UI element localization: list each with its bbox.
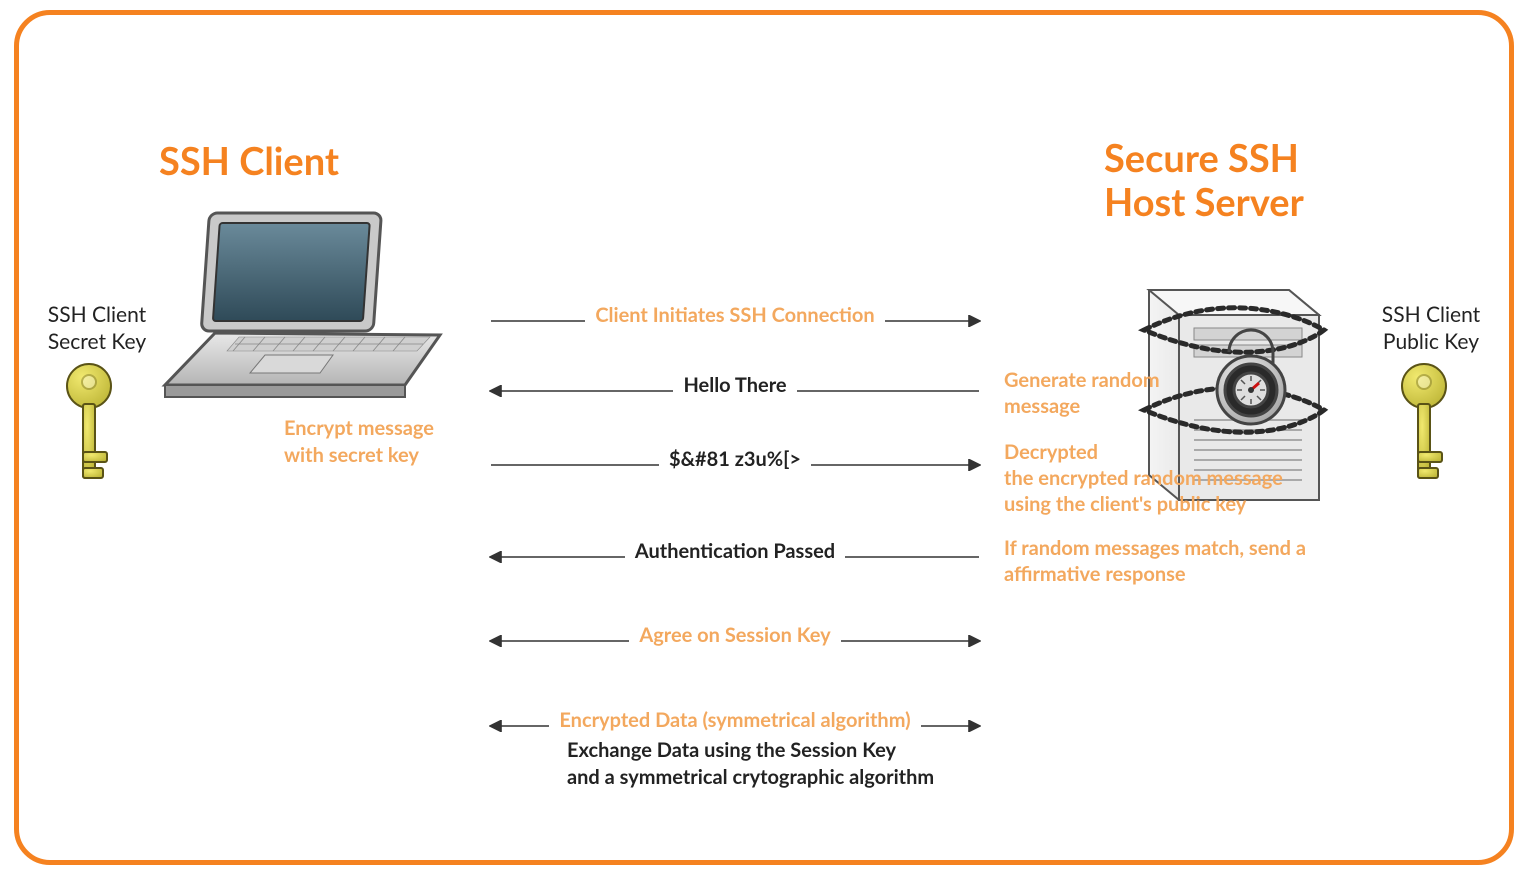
step-auth-passed: Authentication Passed <box>489 539 981 563</box>
server-title-line1: Secure SSH <box>1104 135 1299 181</box>
server-note-generate: Generate random message <box>1004 367 1160 419</box>
client-secret-key-label: SSH Client Secret Key <box>37 301 157 356</box>
label-text: SSH Client <box>1382 302 1480 327</box>
step-label: Agree on Session Key <box>629 623 840 647</box>
server-note-decrypt: Decrypted the encrypted random message u… <box>1004 439 1283 517</box>
note-line: Encrypt message <box>284 416 434 440</box>
step-label: Authentication Passed <box>625 539 845 563</box>
exchange-data-subtext: Exchange Data using the Session Key and … <box>567 737 934 791</box>
server-note-affirm: If random messages match, send a affirma… <box>1004 535 1306 587</box>
note-line: using the client's public key <box>1004 492 1246 516</box>
step-initiate-connection: Client Initiates SSH Connection <box>489 303 981 327</box>
note-line: with secret key <box>284 443 419 467</box>
key-icon <box>59 360 119 504</box>
client-encrypt-note: Encrypt message with secret key <box>284 415 434 469</box>
step-label: $&#81 z3u%[> <box>659 447 811 471</box>
client-title: SSH Client <box>159 140 339 184</box>
subtext-line: Exchange Data using the Session Key <box>567 738 896 762</box>
label-text: Secret Key <box>48 329 146 354</box>
client-public-key-label: SSH Client Public Key <box>1371 301 1491 356</box>
laptop-icon <box>155 205 445 419</box>
note-line: the encrypted random message <box>1004 466 1283 490</box>
key-icon <box>1394 360 1454 504</box>
server-title-line2: Host Server <box>1104 179 1304 225</box>
step-encrypted-data: Encrypted Data (symmetrical algorithm) <box>489 708 981 732</box>
note-line: affirmative response <box>1004 562 1186 586</box>
label-text: SSH Client <box>48 302 146 327</box>
note-line: If random messages match, send a <box>1004 536 1306 560</box>
server-title: Secure SSH Host Server <box>1104 137 1304 224</box>
step-label: Hello There <box>673 373 796 397</box>
diagram-frame: SSH Client Secure SSH Host Server SSH Cl… <box>14 10 1514 865</box>
step-agree-session-key: Agree on Session Key <box>489 623 981 647</box>
step-encrypted-blob: $&#81 z3u%[> <box>489 447 981 471</box>
note-line: Decrypted <box>1004 440 1098 464</box>
step-label: Client Initiates SSH Connection <box>585 303 884 327</box>
note-line: Generate random <box>1004 368 1160 392</box>
subtext-line: and a symmetrical crytographic algorithm <box>567 765 934 789</box>
step-hello-there: Hello There <box>489 373 981 397</box>
step-label: Encrypted Data (symmetrical algorithm) <box>549 708 920 732</box>
label-text: Public Key <box>1383 329 1479 354</box>
note-line: message <box>1004 394 1080 418</box>
